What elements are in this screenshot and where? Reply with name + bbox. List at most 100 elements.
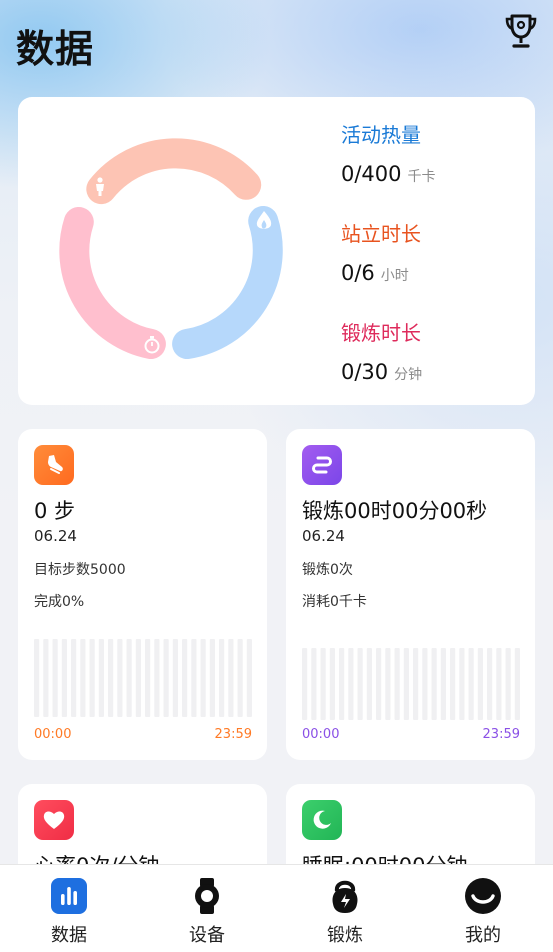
- hour-bar: [61, 639, 67, 717]
- workout-count: 锻炼0次: [302, 562, 353, 578]
- hour-bar: [43, 639, 49, 717]
- exercise-value: 0/30: [341, 360, 389, 384]
- hour-bar: [98, 639, 104, 717]
- steps-count: 0 步: [34, 499, 76, 523]
- activity-rings: [59, 138, 283, 359]
- steps-hourly-bars: [34, 639, 252, 717]
- hour-bar: [200, 639, 206, 717]
- workout-calories: 消耗0千卡: [302, 594, 367, 610]
- trophy-icon[interactable]: [503, 12, 539, 50]
- hour-bar: [440, 648, 446, 720]
- hour-bar: [496, 648, 502, 720]
- hour-bar: [487, 648, 493, 720]
- hour-bar: [505, 648, 511, 720]
- heart-icon: [34, 800, 74, 840]
- steps-goal: 目标步数5000: [34, 562, 126, 578]
- steps-time-end: 23:59: [214, 727, 252, 742]
- hour-bar: [366, 648, 372, 720]
- exercise-metric: 锻炼时长 0/30 分钟: [341, 317, 422, 384]
- hour-bar: [228, 639, 234, 717]
- hour-bar: [52, 639, 58, 717]
- tab-data-label: 数据: [51, 925, 87, 946]
- tab-data[interactable]: 数据: [29, 877, 109, 947]
- workout-card[interactable]: 锻炼00时00分00秒 06.24 锻炼0次 消耗0千卡 00:00 23:59: [286, 429, 535, 760]
- hour-bar: [34, 639, 40, 717]
- exercise-unit: 分钟: [394, 367, 423, 383]
- hour-bar: [246, 639, 252, 717]
- steps-date: 06.24: [34, 527, 77, 545]
- tab-workout[interactable]: 锻炼: [305, 877, 385, 947]
- hour-bar: [311, 648, 317, 720]
- shoe-icon: [34, 445, 74, 485]
- hour-bar: [135, 639, 141, 717]
- workout-time-start: 00:00: [302, 727, 340, 742]
- hour-bar: [459, 648, 465, 720]
- hour-bar: [237, 639, 243, 717]
- workout-time-end: 23:59: [482, 727, 520, 742]
- workout-icon: [302, 445, 342, 485]
- exercise-value-row: 0/30 分钟: [341, 360, 422, 384]
- tab-profile-label: 我的: [465, 925, 501, 946]
- hour-bar: [413, 648, 419, 720]
- hour-bar: [339, 648, 345, 720]
- moon-icon: [302, 800, 342, 840]
- hour-bar: [468, 648, 474, 720]
- watch-icon: [195, 878, 219, 914]
- calories-label: 活动热量: [341, 123, 421, 147]
- exercise-label: 锻炼时长: [341, 321, 421, 345]
- tab-device-label: 设备: [189, 925, 225, 946]
- stand-unit: 小时: [380, 268, 409, 284]
- page-title: 数据: [16, 27, 95, 71]
- hour-bar: [89, 639, 95, 717]
- hour-bar: [403, 648, 409, 720]
- hour-bar: [191, 639, 197, 717]
- hour-bar: [154, 639, 160, 717]
- hour-bar: [209, 639, 215, 717]
- bar-chart-icon: [51, 878, 87, 914]
- hour-bar: [357, 648, 363, 720]
- hour-bar: [376, 648, 382, 720]
- bottom-tab-bar: 数据 设备 锻炼 我的: [0, 864, 553, 952]
- hour-bar: [329, 648, 335, 720]
- stand-value-row: 0/6 小时: [341, 261, 421, 285]
- hour-bar: [431, 648, 437, 720]
- stand-label: 站立时长: [341, 222, 421, 246]
- workout-hourly-bars: [302, 648, 520, 720]
- hour-bar: [145, 639, 151, 717]
- steps-time-start: 00:00: [34, 727, 72, 742]
- steps-card[interactable]: 0 步 06.24 目标步数5000 完成0% 00:00 23:59: [18, 429, 267, 760]
- hour-bar: [117, 639, 123, 717]
- hour-bar: [422, 648, 428, 720]
- stand-ring: [86, 138, 262, 205]
- hour-bar: [163, 639, 169, 717]
- calories-metric: 活动热量 0/400 千卡: [341, 119, 436, 186]
- hour-bar: [126, 639, 132, 717]
- profile-icon: [465, 878, 501, 914]
- stand-metric: 站立时长 0/6 小时: [341, 218, 421, 285]
- stand-value: 0/6: [341, 261, 375, 285]
- hour-bar: [219, 639, 225, 717]
- tab-workout-label: 锻炼: [327, 925, 363, 946]
- hour-bar: [172, 639, 178, 717]
- hour-bar: [302, 648, 308, 720]
- hour-bar: [80, 639, 86, 717]
- kettlebell-icon: [332, 880, 358, 913]
- calories-ring: [172, 206, 283, 359]
- calories-value-row: 0/400 千卡: [341, 162, 436, 186]
- workout-duration: 锻炼00时00分00秒: [302, 499, 488, 523]
- activity-rings-card[interactable]: 活动热量 0/400 千卡 站立时长 0/6 小时 锻炼时长 0/30 分钟: [18, 97, 535, 405]
- calories-value: 0/400: [341, 162, 402, 186]
- calories-unit: 千卡: [407, 169, 436, 185]
- tab-device[interactable]: 设备: [167, 877, 247, 947]
- hour-bar: [182, 639, 188, 717]
- hour-bar: [514, 648, 520, 720]
- hour-bar: [71, 639, 77, 717]
- hour-bar: [477, 648, 483, 720]
- hour-bar: [348, 648, 354, 720]
- hour-bar: [108, 639, 114, 717]
- tab-profile[interactable]: 我的: [443, 877, 523, 947]
- hour-bar: [320, 648, 326, 720]
- exercise-ring: [59, 207, 166, 359]
- hour-bar: [385, 648, 391, 720]
- workout-date: 06.24: [302, 527, 345, 545]
